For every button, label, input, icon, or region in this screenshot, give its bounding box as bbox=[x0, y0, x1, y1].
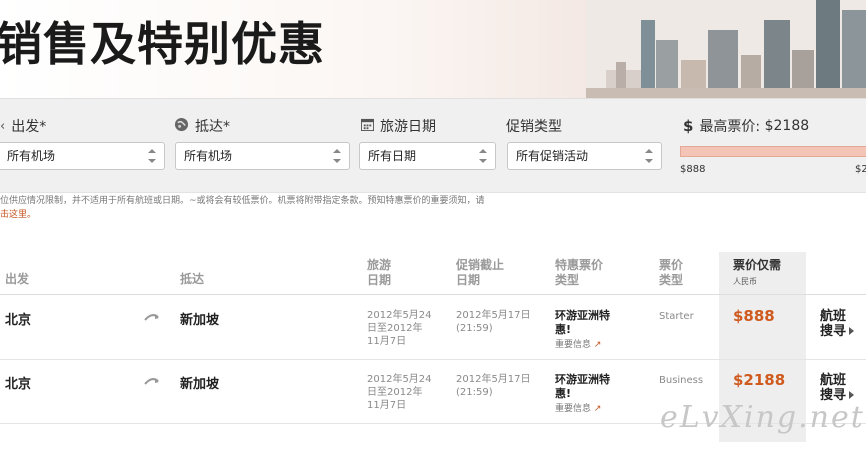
arrive-select[interactable]: 所有机场 bbox=[175, 142, 350, 170]
depart-label: ‹ 出发* bbox=[0, 118, 47, 136]
promo-type-label: 促销类型 bbox=[506, 119, 562, 135]
row-price: $888 bbox=[733, 307, 775, 325]
slider-min-label: $888 bbox=[680, 164, 706, 175]
row-promo: 环游亚洲特 惠! 重要信息 ↗ bbox=[555, 309, 630, 352]
max-fare-label: $ 最高票价: $2188 bbox=[683, 117, 810, 135]
row-fare-type: Starter bbox=[659, 311, 694, 322]
select-arrows-icon bbox=[479, 149, 487, 163]
select-arrows-icon bbox=[333, 149, 341, 163]
arrow-right-icon bbox=[849, 391, 855, 399]
arrow-right-icon bbox=[849, 327, 855, 335]
page-title: 销售及特别优惠 bbox=[0, 17, 325, 71]
row-fare-type: Business bbox=[659, 375, 704, 386]
arrive-label: 抵达* bbox=[174, 116, 230, 136]
max-fare-slider[interactable] bbox=[680, 146, 866, 157]
travel-date-select[interactable]: 所有日期 bbox=[359, 142, 496, 170]
max-fare-value: $2188 bbox=[764, 118, 810, 134]
globe-icon bbox=[174, 117, 189, 136]
select-arrows-icon bbox=[645, 149, 653, 163]
banner: 销售及特别优惠 bbox=[0, 0, 866, 98]
external-arrow-icon: ↗ bbox=[593, 404, 602, 414]
row-from: 北京 bbox=[5, 313, 32, 328]
promo-type-select[interactable]: 所有促销活动 bbox=[507, 142, 662, 170]
city-skyline-image bbox=[586, 0, 866, 98]
roundtrip-icon bbox=[144, 371, 160, 390]
row-travel-date: 2012年5月24 日至2012年 11月7日 bbox=[367, 310, 432, 347]
header-travel-date: 旅游 日期 bbox=[367, 258, 392, 287]
roundtrip-icon bbox=[144, 307, 160, 326]
external-arrow-icon: ↗ bbox=[593, 340, 602, 350]
row-sale-end: 2012年5月17日 (21:59) bbox=[456, 374, 531, 398]
table-row: 北京 新加坡 2012年5月24 日至2012年 11月7日 2012年5月17日(… bbox=[0, 295, 866, 360]
header-fare-type: 票价 类型 bbox=[659, 258, 684, 287]
header-depart: 出发 bbox=[5, 272, 30, 286]
watermark: eLvXing.net bbox=[660, 400, 865, 435]
header-sale-end: 促销截止 日期 bbox=[456, 258, 505, 287]
fare-notice: 位供应情况限制，并不适用于所有航班或日期。~或将会有较低票价。机票将附带指定条款… bbox=[0, 196, 485, 220]
row-to: 新加坡 bbox=[180, 313, 220, 328]
row-price: $2188 bbox=[733, 371, 786, 389]
dollar-icon: $ bbox=[683, 117, 694, 135]
row-sale-end: 2012年5月17日 (21:59) bbox=[456, 310, 531, 334]
row-promo: 环游亚洲特 惠! 重要信息 ↗ bbox=[555, 373, 630, 416]
click-here-link[interactable]: 击这里。 bbox=[0, 210, 36, 220]
header-arrive: 抵达 bbox=[180, 272, 205, 286]
row-travel-date: 2012年5月24 日至2012年 11月7日 bbox=[367, 374, 432, 411]
important-info-link[interactable]: 重要信息 ↗ bbox=[555, 338, 630, 352]
header-price: 票价仅需 人民币 bbox=[733, 258, 782, 286]
flight-search-button[interactable]: 航班 搜寻 bbox=[820, 309, 855, 339]
flight-search-button[interactable]: 航班 搜寻 bbox=[820, 373, 855, 403]
slider-max-label: $2188 bbox=[855, 164, 866, 175]
header-promo-fare: 特惠票价 类型 bbox=[555, 258, 604, 287]
calendar-icon bbox=[361, 118, 374, 135]
chevron-left-icon: ‹ bbox=[0, 118, 6, 134]
depart-select[interactable]: 所有机场 bbox=[0, 142, 165, 170]
table-header: 出发 抵达 旅游 日期 促销截止 日期 特惠票价 类型 票价 类型 票价仅需 人民币 bbox=[0, 252, 866, 295]
travel-date-label: 旅游日期 bbox=[361, 116, 436, 136]
row-to: 新加坡 bbox=[180, 377, 220, 392]
select-arrows-icon bbox=[148, 149, 156, 163]
important-info-link[interactable]: 重要信息 ↗ bbox=[555, 402, 630, 416]
row-from: 北京 bbox=[5, 377, 32, 392]
